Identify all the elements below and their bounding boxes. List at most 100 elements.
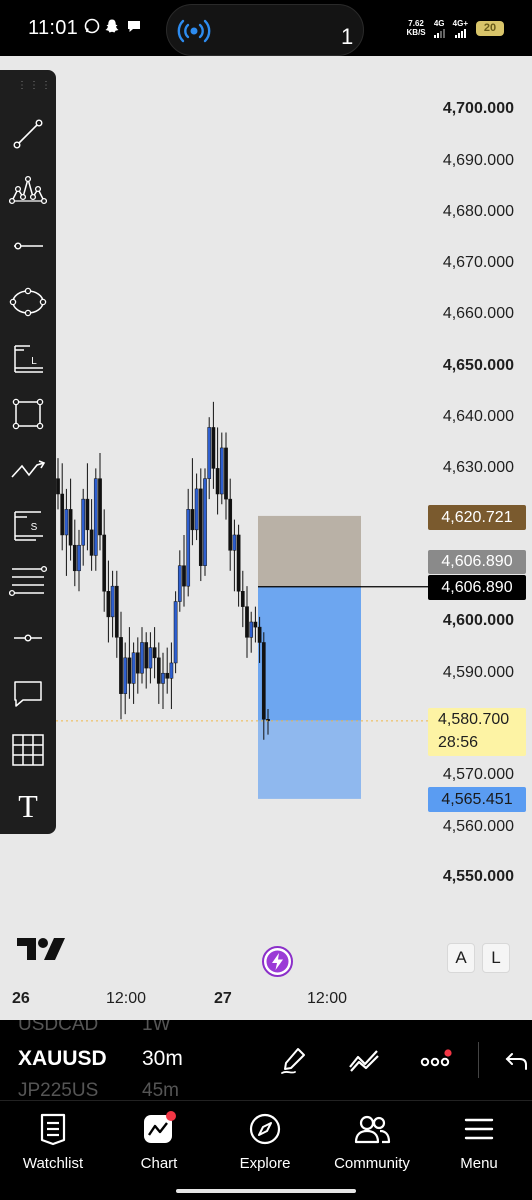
candle-body <box>219 447 224 495</box>
target-price-tag[interactable]: 4,620.721 <box>428 505 526 530</box>
nav-explore[interactable]: Explore <box>215 1111 315 1172</box>
short-position-tool-icon[interactable]: S <box>8 506 48 546</box>
price-axis-label: 4,590.000 <box>442 664 514 681</box>
candle-body <box>156 657 161 684</box>
status-bar: 11:01 1 7.62 KB/S 4G 4G+ 20 <box>0 0 532 56</box>
symbol-bar: USDCAD 1W XAUUSD 30m JP225US 45m <box>0 1020 532 1100</box>
loss-zone-realized <box>258 586 361 721</box>
time-axis-label: 12:00 <box>307 990 348 1007</box>
dynamic-island[interactable]: 1 <box>166 4 364 56</box>
candle-body <box>257 626 262 643</box>
fib-retracement-tool-icon[interactable] <box>8 562 48 602</box>
candle-body <box>152 647 157 659</box>
menu-icon <box>464 1118 494 1140</box>
more-options-icon[interactable] <box>418 1042 454 1078</box>
timeframe[interactable]: 30m <box>142 1047 183 1071</box>
nav-community[interactable]: Community <box>322 1111 422 1172</box>
net-speed-value: 7.62 <box>408 19 424 28</box>
nav-label: Chart <box>140 1155 178 1172</box>
nav-label: Menu <box>460 1155 498 1172</box>
candle-countdown: 28:56 <box>438 734 479 751</box>
candle-body <box>207 427 212 479</box>
symbol-picker-prev[interactable]: USDCAD <box>18 1020 98 1036</box>
drawing-pen-icon[interactable] <box>276 1042 312 1078</box>
timeframe-picker-prev[interactable]: 1W <box>142 1020 171 1036</box>
callout-tool-icon[interactable] <box>8 674 48 714</box>
grid-tool-icon[interactable] <box>8 730 48 770</box>
ellipse-tool-icon[interactable] <box>8 282 48 322</box>
candle-body <box>173 601 178 664</box>
auto-scale-button[interactable]: A <box>447 943 475 973</box>
price-axis-label: 4,560.000 <box>442 818 514 835</box>
signal-bars-icon <box>433 28 445 38</box>
sim2-label: 4G+ <box>452 18 468 28</box>
pattern-tool-icon[interactable] <box>8 170 48 210</box>
log-scale-button[interactable]: L <box>482 943 510 973</box>
drag-handle-icon[interactable]: ⋮⋮⋮ <box>17 81 51 91</box>
tradingview-logo[interactable] <box>16 936 66 962</box>
toolbar-divider <box>478 1042 479 1078</box>
candle-body <box>232 534 237 551</box>
nav-chart[interactable]: Chart <box>109 1111 209 1172</box>
battery-icon: 20 <box>476 20 504 36</box>
chat-icon <box>128 21 140 32</box>
candle-body <box>114 585 119 638</box>
chart-area[interactable]: ⋮⋮⋮ L S T 4,700.000 4,690.000 4,680.000 … <box>0 56 532 1020</box>
candle-body <box>148 647 153 669</box>
ray-tool-icon[interactable] <box>8 618 48 658</box>
svg-text:L: L <box>31 356 37 367</box>
price-axis-label: 4,690.000 <box>442 152 514 169</box>
nav-label: Explore <box>239 1155 291 1172</box>
sim2-signal: 4G+ <box>453 19 468 38</box>
price-axis-label: 4,630.000 <box>442 459 514 476</box>
candle-body <box>182 565 186 587</box>
symbol-picker-next[interactable]: JP225US <box>18 1080 98 1100</box>
stop-price-tag[interactable]: 4,565.451 <box>428 787 526 812</box>
sim1-signal: 4G <box>433 19 445 38</box>
horizontal-line-tool-icon[interactable] <box>8 226 48 266</box>
candle-body <box>140 642 144 674</box>
nav-menu[interactable]: Menu <box>429 1111 529 1172</box>
candle-body <box>110 585 115 618</box>
nav-watchlist[interactable]: Watchlist <box>3 1111 103 1172</box>
candle-body <box>261 642 266 720</box>
candle-body <box>127 657 132 684</box>
snapchat-icon <box>105 19 119 33</box>
symbol-name[interactable]: XAUUSD <box>18 1047 107 1071</box>
status-time: 11:01 <box>28 17 79 39</box>
trend-line-tool-icon[interactable] <box>8 114 48 154</box>
rectangle-tool-icon[interactable] <box>8 394 48 434</box>
candle-body <box>144 642 149 669</box>
candle-body <box>64 509 69 536</box>
time-axis-label: 26 <box>12 990 30 1007</box>
candle-body <box>249 621 254 638</box>
text-tool-icon[interactable]: T <box>8 786 48 826</box>
candle-body <box>224 447 228 500</box>
entry-price-tag[interactable]: 4,606.890 <box>428 575 526 600</box>
people-icon <box>354 1115 391 1144</box>
net-speed-unit: KB/S <box>406 28 426 37</box>
candle-body <box>60 493 65 536</box>
timeframe-picker-next[interactable]: 45m <box>142 1080 179 1100</box>
price-axis-label: 4,660.000 <box>442 305 514 322</box>
home-indicator[interactable] <box>176 1189 356 1193</box>
candle-body <box>169 662 174 679</box>
entry-price-tag-gray[interactable]: 4,606.890 <box>428 550 526 574</box>
candle-body <box>186 509 191 587</box>
status-right: 7.62 KB/S 4G 4G+ 20 <box>407 16 504 40</box>
candle-body <box>245 606 249 638</box>
long-position-tool-icon[interactable]: L <box>8 338 48 378</box>
compass-icon <box>249 1113 281 1145</box>
candle-body <box>72 544 77 572</box>
candle-body <box>93 478 98 556</box>
candle-body <box>165 672 170 679</box>
candle-body <box>161 672 165 684</box>
net-speed: 7.62 KB/S <box>407 19 426 37</box>
path-tool-icon[interactable] <box>8 450 48 490</box>
undo-icon[interactable] <box>500 1042 532 1078</box>
candle-body <box>89 529 94 556</box>
indicators-icon[interactable] <box>346 1042 382 1078</box>
candle-body <box>85 498 90 531</box>
price-axis-label: 4,650.000 <box>442 357 514 374</box>
flash-icon[interactable] <box>262 946 293 977</box>
